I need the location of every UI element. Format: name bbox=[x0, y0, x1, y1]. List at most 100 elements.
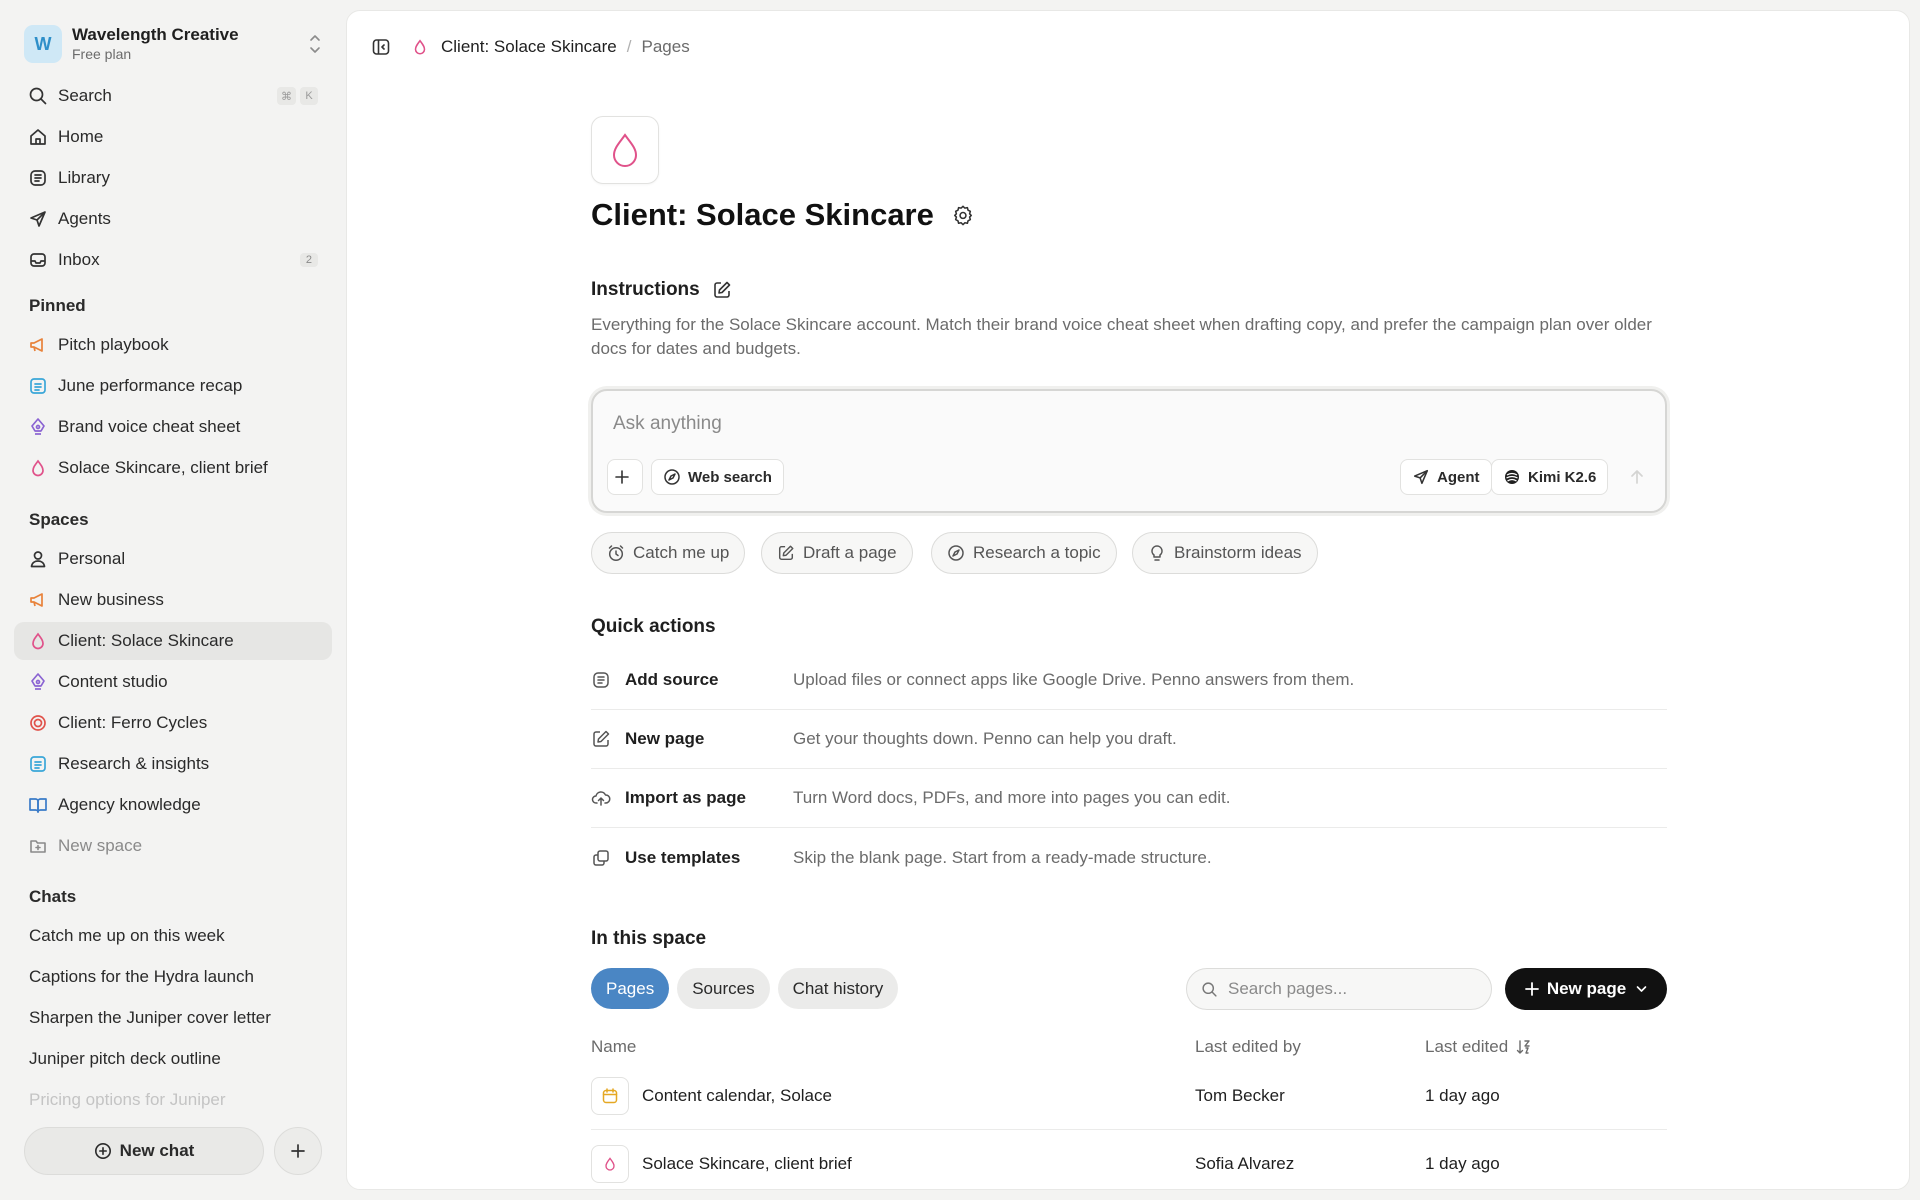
chat-item[interactable]: Catch me up on this week bbox=[14, 917, 332, 955]
sort-icon[interactable] bbox=[1508, 1039, 1532, 1055]
inbox-count-badge: 2 bbox=[299, 253, 318, 267]
ask-input[interactable]: Ask anything bbox=[613, 413, 722, 435]
nav-agents[interactable]: Agents bbox=[14, 200, 332, 238]
nav-search[interactable]: Search ⌘ K bbox=[14, 77, 332, 115]
send-button[interactable] bbox=[1625, 465, 1649, 489]
quick-action-desc: Get your thoughts down. Penno can help y… bbox=[793, 729, 1177, 748]
arrow-up-icon bbox=[1630, 469, 1644, 485]
book-icon bbox=[28, 795, 48, 815]
pen-nib-icon bbox=[28, 672, 48, 692]
quick-action-title: Use templates bbox=[625, 847, 741, 867]
template-icon bbox=[591, 848, 611, 868]
add-button[interactable] bbox=[274, 1127, 322, 1175]
row-name: Solace Skincare, client brief bbox=[642, 1153, 852, 1173]
megaphone-icon bbox=[28, 335, 48, 355]
chat-item[interactable]: Sharpen the Juniper cover letter bbox=[14, 999, 332, 1037]
tab-sources[interactable]: Sources bbox=[677, 968, 770, 1009]
suggestion-research-topic[interactable]: Research a topic bbox=[931, 532, 1117, 574]
instructions-title: Instructions bbox=[591, 279, 700, 300]
suggestion-label: Brainstorm ideas bbox=[1174, 543, 1302, 562]
agent-label: Agent bbox=[1437, 468, 1480, 486]
nav-agents-label: Agents bbox=[58, 209, 111, 228]
row-edited: 1 day ago bbox=[1425, 1086, 1500, 1105]
quick-action-title: New page bbox=[625, 729, 705, 748]
space-item-active[interactable]: Client: Solace Skincare bbox=[14, 622, 332, 660]
breadcrumb-current[interactable]: Client: Solace Skincare bbox=[441, 37, 617, 57]
pinned-item-label: Solace Skincare, client brief bbox=[58, 458, 268, 477]
row-editor: Sofia Alvarez bbox=[1195, 1153, 1295, 1173]
table-row[interactable]: Content calendar, Solace Tom Becker 1 da… bbox=[591, 1063, 1667, 1130]
new-chat-button[interactable]: New chat bbox=[24, 1127, 264, 1175]
suggestion-draft-page[interactable]: Draft a page bbox=[761, 532, 913, 574]
web-search-button[interactable]: Web search bbox=[651, 459, 784, 495]
main-nav: Search ⌘ K Home Library Agents Inbox 2 bbox=[14, 77, 332, 282]
model-logo-icon bbox=[1503, 468, 1528, 486]
new-page-button[interactable]: New page bbox=[1505, 968, 1667, 1010]
space-item[interactable]: Client: Ferro Cycles bbox=[14, 704, 332, 742]
breadcrumb: Client: Solace Skincare / Pages bbox=[371, 33, 690, 61]
pinned-item[interactable]: Brand voice cheat sheet bbox=[14, 408, 332, 446]
attach-button[interactable] bbox=[607, 459, 643, 495]
breadcrumb-last[interactable]: Pages bbox=[642, 37, 690, 57]
column-last-edited-by[interactable]: Last edited by bbox=[1195, 1037, 1425, 1057]
new-chat-label: New chat bbox=[119, 1141, 195, 1160]
agent-button[interactable]: Agent bbox=[1400, 459, 1492, 495]
table-row[interactable]: Solace Skincare, client brief Sofia Alva… bbox=[591, 1130, 1667, 1189]
new-space-button[interactable]: New space bbox=[14, 827, 332, 865]
suggestion-brainstorm[interactable]: Brainstorm ideas bbox=[1132, 532, 1318, 574]
chevron-down-icon[interactable] bbox=[1636, 985, 1647, 993]
model-selector[interactable]: Kimi K2.6 bbox=[1491, 459, 1609, 495]
column-name[interactable]: Name bbox=[591, 1037, 1195, 1057]
edit-icon bbox=[591, 729, 611, 749]
space-item[interactable]: Content studio bbox=[14, 663, 332, 701]
space-item[interactable]: New business bbox=[14, 581, 332, 619]
chat-item[interactable]: Juniper pitch deck outline bbox=[14, 1040, 332, 1078]
space-item[interactable]: Agency knowledge bbox=[14, 786, 332, 824]
edit-icon[interactable] bbox=[700, 280, 732, 300]
quick-action-desc: Turn Word docs, PDFs, and more into page… bbox=[793, 788, 1231, 807]
instructions-header: Instructions bbox=[591, 279, 732, 301]
quick-action-templates[interactable]: Use templates Skip the blank page. Start… bbox=[591, 828, 1667, 887]
chat-item-label: Captions for the Hydra launch bbox=[29, 967, 254, 986]
space-item[interactable]: Research & insights bbox=[14, 745, 332, 783]
edit-icon bbox=[777, 544, 803, 562]
gear-icon[interactable] bbox=[934, 204, 974, 226]
tab-pages[interactable]: Pages bbox=[591, 968, 670, 1009]
plus-icon bbox=[290, 1143, 306, 1159]
nav-library[interactable]: Library bbox=[14, 159, 332, 197]
chat-item[interactable]: Captions for the Hydra launch bbox=[14, 958, 332, 996]
nav-home-label: Home bbox=[58, 127, 104, 146]
send-icon bbox=[1412, 468, 1437, 486]
quick-action-add-source[interactable]: Add source Upload files or connect apps … bbox=[591, 651, 1667, 710]
home-icon bbox=[28, 127, 48, 147]
spaces-section-title: Spaces bbox=[29, 510, 89, 529]
suggestion-catch-me-up[interactable]: Catch me up bbox=[591, 532, 746, 574]
chats-section-title: Chats bbox=[29, 887, 77, 906]
workspace-name: Wavelength Creative bbox=[72, 25, 239, 44]
chat-item-label: Sharpen the Juniper cover letter bbox=[29, 1008, 271, 1027]
pinned-item[interactable]: June performance recap bbox=[14, 367, 332, 405]
workspace-plan: Free plan bbox=[72, 46, 132, 62]
sidebar-toggle-icon[interactable] bbox=[371, 37, 391, 57]
search-icon bbox=[1201, 981, 1228, 998]
space-tabs: Pages Sources Chat history bbox=[591, 968, 906, 1009]
space-item[interactable]: Personal bbox=[14, 540, 332, 578]
pinned-item-label: June performance recap bbox=[58, 376, 243, 395]
quick-action-new-page[interactable]: New page Get your thoughts down. Penno c… bbox=[591, 710, 1667, 769]
pinned-item[interactable]: Solace Skincare, client brief bbox=[14, 449, 332, 487]
workspace-switcher[interactable]: W Wavelength Creative Free plan bbox=[24, 22, 324, 66]
chat-item[interactable]: Pricing options for Juniper bbox=[14, 1081, 332, 1119]
tab-chat-history[interactable]: Chat history bbox=[777, 968, 899, 1009]
ask-composer[interactable]: Ask anything Web search Agent Kimi K2.6 bbox=[591, 389, 1667, 513]
quick-action-import[interactable]: Import as page Turn Word docs, PDFs, and… bbox=[591, 769, 1667, 828]
library-icon bbox=[28, 168, 48, 188]
column-last-edited[interactable]: Last edited bbox=[1425, 1037, 1665, 1057]
search-pages-input[interactable]: Search pages... bbox=[1186, 968, 1492, 1010]
nav-inbox[interactable]: Inbox 2 bbox=[14, 241, 332, 279]
space-icon-tile[interactable] bbox=[591, 116, 659, 184]
compass-icon bbox=[947, 544, 973, 562]
pinned-item[interactable]: Pitch playbook bbox=[14, 326, 332, 364]
nav-home[interactable]: Home bbox=[14, 118, 332, 156]
droplet-icon bbox=[28, 458, 48, 478]
pinned-item-label: Brand voice cheat sheet bbox=[58, 417, 241, 436]
